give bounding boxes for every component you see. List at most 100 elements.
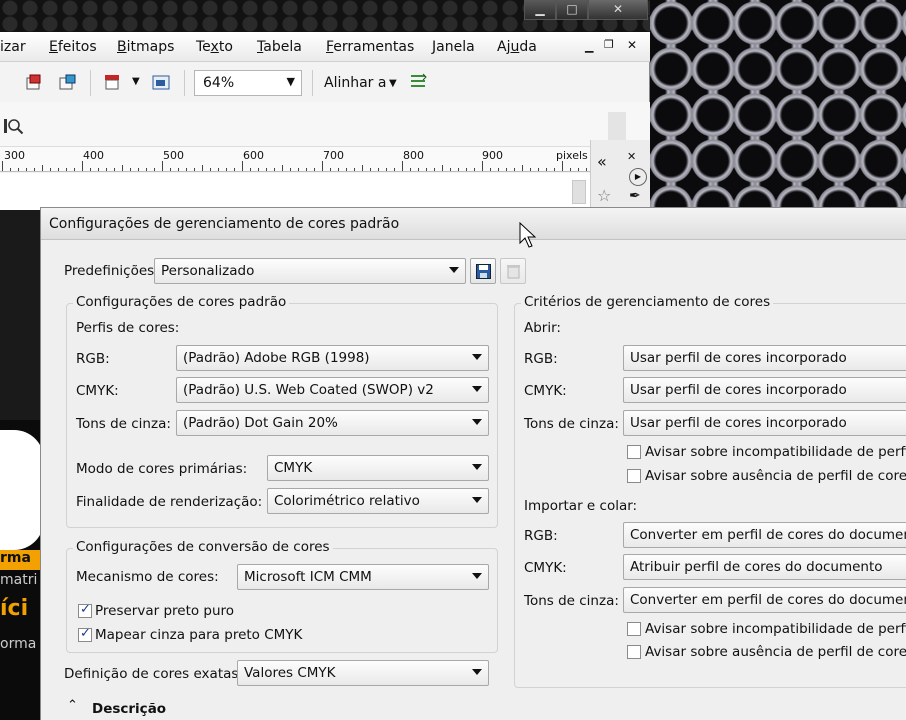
- chevron-down-icon: [472, 386, 482, 392]
- ruler-tick: [346, 168, 347, 171]
- chevron-down-icon: [472, 497, 482, 503]
- doc-close-icon[interactable]: ✕: [627, 38, 637, 52]
- open-grayscale-label: Tons de cinza:: [524, 416, 619, 432]
- ruler-tick: [354, 168, 355, 171]
- align-to-button[interactable]: Alinhar a: [324, 75, 386, 91]
- import-rgb-policy-select[interactable]: Converter em perfil de cores do document…: [623, 522, 906, 548]
- close-docker-icon[interactable]: ✕: [627, 150, 636, 163]
- presets-label: Predefinições:: [64, 263, 159, 279]
- ruler-tick: [282, 165, 283, 171]
- import-cmyk-label: CMYK:: [524, 560, 567, 576]
- ruler-tick: [10, 168, 11, 171]
- save-preset-button[interactable]: [470, 258, 496, 284]
- ruler-tick: [386, 168, 387, 171]
- open-rgb-label: RGB:: [524, 351, 558, 367]
- play-icon[interactable]: ▶: [629, 168, 647, 186]
- open-warn-mismatch-checkbox[interactable]: [627, 445, 641, 459]
- open-grayscale-policy-select[interactable]: Usar perfil de cores incorporado: [623, 410, 906, 436]
- menu-janela[interactable]: Janela: [432, 39, 475, 55]
- ruler-tick: [530, 168, 531, 171]
- primary-color-mode-select[interactable]: CMYK: [267, 455, 489, 481]
- ruler-tick: [458, 168, 459, 171]
- menu-ferramentas[interactable]: Ferramentas: [326, 39, 414, 55]
- ruler-tick: [18, 168, 19, 171]
- menu-bitmaps[interactable]: Bitmaps: [117, 39, 174, 55]
- chevron-down-icon[interactable]: ▼: [132, 76, 140, 87]
- delete-preset-button[interactable]: [500, 258, 526, 284]
- zoom-icon[interactable]: [4, 116, 24, 136]
- ruler-tick: [490, 168, 491, 171]
- ruler-tick: [98, 168, 99, 171]
- trash-icon: [507, 265, 520, 279]
- ruler-tick: [50, 168, 51, 171]
- menu-organizar[interactable]: izar: [0, 39, 26, 55]
- rgb-profile-select[interactable]: (Padrão) Adobe RGB (1998): [176, 345, 489, 371]
- application-launcher-icon[interactable]: [151, 72, 171, 92]
- doc-restore-icon[interactable]: ❐: [604, 38, 614, 51]
- outer-maximize-button[interactable]: □: [556, 0, 588, 20]
- dialog-titlebar[interactable]: Configurações de gerenciamento de cores …: [41, 208, 906, 240]
- ruler-label: 300: [4, 149, 25, 162]
- ruler-tick: [306, 168, 307, 171]
- ruler-tick: [402, 161, 403, 171]
- outer-close-button[interactable]: ✕: [588, 0, 648, 20]
- ruler-tick: [426, 168, 427, 171]
- chevron-down-icon: [472, 419, 482, 425]
- map-gray-to-cmyk-black-label: Mapear cinza para preto CMYK: [95, 627, 303, 643]
- rgb-profile-label: RGB:: [76, 351, 110, 367]
- ruler-tick: [330, 168, 331, 171]
- import-rgb-label: RGB:: [524, 528, 558, 544]
- chevron-down-icon[interactable]: ▼: [389, 78, 397, 89]
- scroll-placeholder: [608, 112, 626, 140]
- menu-tabela[interactable]: Tabela: [257, 39, 302, 55]
- presets-select[interactable]: Personalizado: [154, 258, 466, 284]
- background-poster: rma matri íci orma: [0, 420, 44, 720]
- ruler-tick: [34, 168, 35, 171]
- import-warn-missing-checkbox[interactable]: [627, 645, 641, 659]
- preserve-pure-black-checkbox[interactable]: [78, 602, 92, 618]
- ruler-label: 800: [403, 149, 424, 162]
- app-window: izar Efeitos Bitmaps Texto Tabela Ferram…: [0, 32, 650, 210]
- star-icon[interactable]: ☆: [597, 186, 611, 205]
- group-title: Configurações de conversão de cores: [73, 539, 333, 555]
- color-engine-select[interactable]: Microsoft ICM CMM: [237, 564, 489, 590]
- snap-options-icon[interactable]: [409, 72, 429, 92]
- zoom-level-select[interactable]: 64% ▼: [194, 70, 302, 96]
- ruler-tick: [82, 161, 83, 171]
- open-rgb-policy-select[interactable]: Usar perfil de cores incorporado: [623, 345, 906, 371]
- map-gray-to-cmyk-black-checkbox[interactable]: [78, 626, 92, 642]
- description-heading[interactable]: Descrição: [92, 701, 166, 717]
- menu-texto[interactable]: Texto: [196, 39, 233, 55]
- open-warn-missing-checkbox[interactable]: [627, 469, 641, 483]
- scrollbar-up[interactable]: [572, 180, 586, 204]
- preserve-pure-black-label: Preservar preto puro: [95, 603, 235, 619]
- toolbar-separator: [90, 70, 91, 96]
- outer-minimize-button[interactable]: ▁: [524, 0, 556, 20]
- import-warn-mismatch-checkbox[interactable]: [627, 622, 641, 636]
- collapse-description-icon[interactable]: ⌃: [67, 698, 78, 713]
- poster-text: orma: [0, 636, 37, 652]
- color-profiles-label: Perfis de cores:: [76, 320, 180, 336]
- publish-pdf-icon[interactable]: [102, 72, 122, 92]
- import-icon[interactable]: [24, 72, 44, 92]
- export-icon[interactable]: [57, 72, 77, 92]
- ruler-tick: [298, 168, 299, 171]
- eyedropper-icon[interactable]: ✒: [629, 188, 641, 204]
- ruler-tick: [162, 161, 163, 171]
- cmyk-profile-select[interactable]: (Padrão) U.S. Web Coated (SWOP) v2: [176, 377, 489, 403]
- collapse-docker-icon[interactable]: «: [597, 152, 607, 171]
- open-cmyk-policy-select[interactable]: Usar perfil de cores incorporado: [623, 377, 906, 403]
- ruler-unit-label: pixels: [556, 149, 588, 162]
- menu-ajuda[interactable]: Ajuda: [497, 39, 537, 55]
- ruler-tick: [66, 168, 67, 171]
- ruler-tick: [74, 168, 75, 171]
- import-grayscale-policy-select[interactable]: Converter em perfil de cores do document…: [623, 587, 906, 613]
- rendering-intent-select[interactable]: Colorimétrico relativo: [267, 488, 489, 514]
- grayscale-profile-select[interactable]: (Padrão) Dot Gain 20%: [176, 410, 489, 436]
- import-cmyk-policy-select[interactable]: Atribuir perfil de cores do documento: [623, 554, 906, 580]
- ruler-tick: [362, 165, 363, 171]
- doc-minimize-icon[interactable]: ▁: [585, 40, 593, 53]
- spot-color-definition-select[interactable]: Valores CMYK: [237, 660, 489, 686]
- menu-efeitos[interactable]: Efeitos: [49, 39, 97, 55]
- drawing-canvas[interactable]: [0, 173, 590, 210]
